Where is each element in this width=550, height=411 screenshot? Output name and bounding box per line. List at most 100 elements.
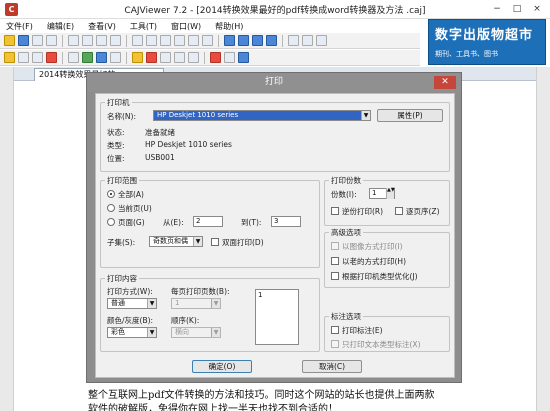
reverse-copies-checkbox[interactable] xyxy=(331,207,339,215)
help-icon[interactable] xyxy=(238,52,249,63)
printer-group: 打印机 名称(N): HP Deskjet 1010 series ▼ 属性(P… xyxy=(100,97,450,172)
duplex-label: 双面打印(D) xyxy=(222,238,264,247)
pages-per-sheet-label: 每页打印页数(B): xyxy=(171,287,230,296)
duplex-checkbox[interactable] xyxy=(211,238,219,246)
toolbar-separator xyxy=(62,51,63,64)
single-page-icon[interactable] xyxy=(82,35,93,46)
location-label: 位置: xyxy=(107,154,125,163)
location-value: USB001 xyxy=(145,153,175,162)
rectangle-icon[interactable] xyxy=(174,52,185,63)
tools-toolbar xyxy=(0,50,420,66)
properties-icon[interactable] xyxy=(224,52,235,63)
actual-size-icon[interactable] xyxy=(188,35,199,46)
maximize-button[interactable]: □ xyxy=(508,2,526,16)
left-sidebar[interactable] xyxy=(0,67,14,411)
minimize-button[interactable]: − xyxy=(488,2,506,16)
open-icon[interactable] xyxy=(4,35,15,46)
reverse-copies-label: 逆份打印(R) xyxy=(342,207,384,216)
range-current-label: 当前页(U) xyxy=(118,204,152,213)
fit-width-icon[interactable] xyxy=(160,35,171,46)
range-from-input[interactable]: 2 xyxy=(193,216,223,227)
image-mode-checkbox[interactable] xyxy=(331,242,339,250)
toolbar-separator xyxy=(126,34,127,47)
select-image-icon[interactable] xyxy=(32,52,43,63)
type-label: 类型: xyxy=(107,141,125,150)
rotate-icon[interactable] xyxy=(202,35,213,46)
range-all-radio[interactable] xyxy=(107,190,115,198)
range-to-input[interactable]: 3 xyxy=(271,216,301,227)
ocr-icon[interactable] xyxy=(82,52,93,63)
annotation-options-group-label: 标注选项 xyxy=(329,311,363,322)
print-mode-label: 打印方式(W): xyxy=(107,287,153,296)
pen-icon[interactable] xyxy=(132,52,143,63)
title-bar: C CAJViewer 7.2 - [2014转换效果最好的pdf转换成word… xyxy=(0,0,550,19)
search-icon[interactable] xyxy=(96,52,107,63)
refresh-icon[interactable] xyxy=(316,35,327,46)
toolbar-separator xyxy=(204,51,205,64)
image-mode-label: 以图像方式打印(I) xyxy=(342,242,403,251)
bookmark-icon[interactable] xyxy=(110,52,121,63)
select-text-icon[interactable] xyxy=(18,52,29,63)
collate-checkbox[interactable] xyxy=(395,207,403,215)
range-pages-radio[interactable] xyxy=(107,218,115,226)
toolbar-separator xyxy=(282,34,283,47)
print-notes-checkbox[interactable] xyxy=(331,326,339,334)
zoom-in-icon[interactable] xyxy=(132,35,143,46)
next-page-icon[interactable] xyxy=(252,35,263,46)
color-mode-label: 颜色/灰度(B): xyxy=(107,316,154,325)
text-note-icon[interactable] xyxy=(68,52,79,63)
digital-publication-ad-banner[interactable]: 数字出版物超市 期刊、工具书、图书 xyxy=(428,19,546,65)
printer-group-label: 打印机 xyxy=(105,97,132,108)
highlight-icon[interactable] xyxy=(46,52,57,63)
page-layout-preview[interactable]: 1 xyxy=(255,289,299,345)
save-icon[interactable] xyxy=(18,35,29,46)
color-mode-select[interactable]: 彩色 ▼ xyxy=(107,327,157,338)
first-page-icon[interactable] xyxy=(224,35,235,46)
continuous-page-icon[interactable] xyxy=(96,35,107,46)
print-icon[interactable] xyxy=(32,35,43,46)
menu-bar: 文件(F) 编辑(E) 查看(V) 工具(T) 窗口(W) 帮助(H) xyxy=(0,19,420,33)
menu-file[interactable]: 文件(F) xyxy=(4,21,35,32)
menu-window[interactable]: 窗口(W) xyxy=(169,21,203,32)
facing-page-icon[interactable] xyxy=(110,35,121,46)
advanced-options-group-label: 高级选项 xyxy=(329,227,363,238)
text-notes-checkbox[interactable] xyxy=(331,340,339,348)
order-select[interactable]: 横向 ▼ xyxy=(171,327,221,338)
menu-help[interactable]: 帮助(H) xyxy=(213,21,245,32)
print-mode-select[interactable]: 普通 ▼ xyxy=(107,298,157,309)
menu-view[interactable]: 查看(V) xyxy=(86,21,118,32)
right-scrollbar[interactable] xyxy=(536,67,550,411)
ellipse-icon[interactable] xyxy=(188,52,199,63)
menu-edit[interactable]: 编辑(E) xyxy=(45,21,76,32)
optimize-checkbox[interactable] xyxy=(331,272,339,280)
menu-tools[interactable]: 工具(T) xyxy=(128,21,159,32)
print-preview-icon[interactable] xyxy=(46,35,57,46)
fit-page-icon[interactable] xyxy=(174,35,185,46)
delete-annotation-icon[interactable] xyxy=(210,52,221,63)
old-mode-checkbox[interactable] xyxy=(331,257,339,265)
copies-spinner-icon[interactable]: ▲▼ xyxy=(386,188,395,199)
cancel-button[interactable]: 取消(C) xyxy=(302,360,362,373)
hand-tool-icon[interactable] xyxy=(4,52,15,63)
subset-label: 子集(S): xyxy=(107,238,136,247)
close-window-button[interactable]: × xyxy=(528,2,546,16)
forward-icon[interactable] xyxy=(302,35,313,46)
range-to-label: 到(T): xyxy=(241,218,262,227)
chevron-down-icon: ▼ xyxy=(211,299,220,308)
ok-button[interactable]: 确定(O) xyxy=(192,360,252,373)
printer-properties-button[interactable]: 属性(P) xyxy=(377,109,443,122)
window-controls: − □ × xyxy=(488,2,546,16)
subset-select[interactable]: 奇数页和偶 ▼ xyxy=(149,236,203,247)
printer-name-select[interactable]: HP Deskjet 1010 series ▼ xyxy=(153,110,371,121)
back-icon[interactable] xyxy=(288,35,299,46)
dialog-close-button[interactable]: ✕ xyxy=(434,76,456,89)
range-current-radio[interactable] xyxy=(107,204,115,212)
zoom-out-icon[interactable] xyxy=(146,35,157,46)
last-page-icon[interactable] xyxy=(266,35,277,46)
stamp-icon[interactable] xyxy=(146,52,157,63)
main-toolbar xyxy=(0,33,420,49)
pages-per-sheet-select[interactable]: 1 ▼ xyxy=(171,298,221,309)
previous-page-icon[interactable] xyxy=(238,35,249,46)
line-icon[interactable] xyxy=(160,52,171,63)
page-layout-icon[interactable] xyxy=(68,35,79,46)
